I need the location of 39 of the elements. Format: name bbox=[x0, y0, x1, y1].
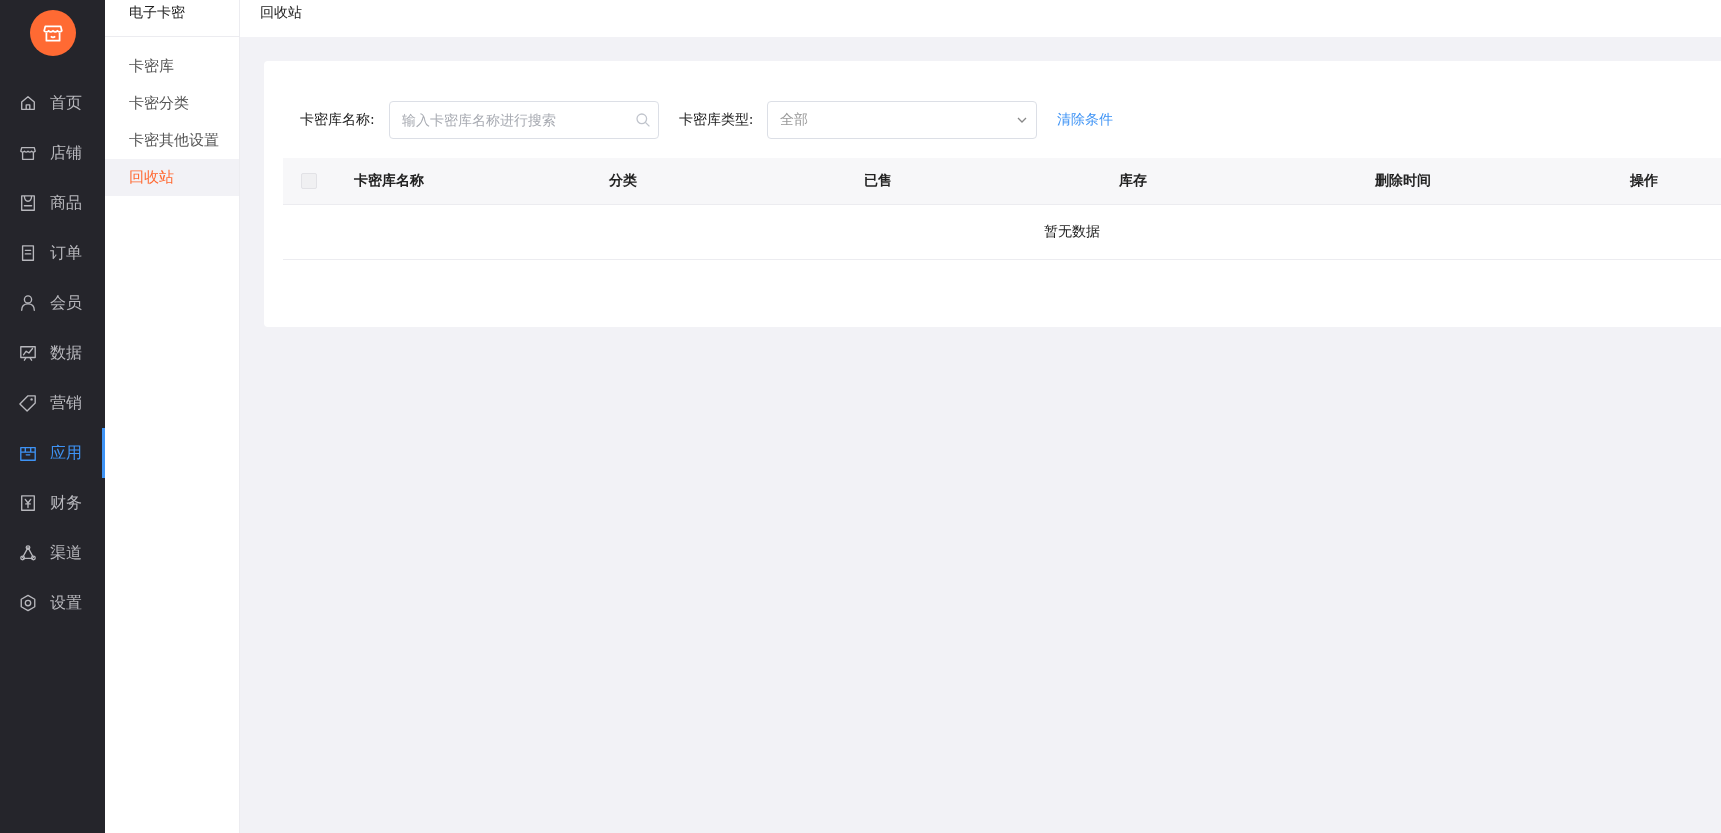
search-field[interactable]: 输入卡密库名称进行搜索 bbox=[388, 101, 659, 139]
column-header: 分类 bbox=[585, 158, 841, 205]
chart-icon bbox=[19, 344, 37, 362]
nav-item[interactable]: 设置 bbox=[0, 578, 105, 628]
box-icon bbox=[19, 444, 37, 462]
person-icon bbox=[19, 294, 37, 312]
column-header: 库存 bbox=[1095, 158, 1351, 205]
settings-icon bbox=[19, 594, 37, 612]
nav-item[interactable]: 商品 bbox=[0, 178, 105, 228]
field-label: 卡密库类型: bbox=[678, 111, 754, 129]
nav-item[interactable]: 渠道 bbox=[0, 528, 105, 578]
section-title: 电子卡密 bbox=[105, 0, 239, 37]
subnav-item[interactable]: 卡密其他设置 bbox=[105, 122, 239, 159]
home-icon bbox=[19, 94, 37, 112]
field-label: 卡密库名称: bbox=[300, 111, 375, 129]
nav-item[interactable]: 首页 bbox=[0, 78, 105, 128]
nav-item[interactable]: 营销 bbox=[0, 378, 105, 428]
empty-message: 暂无数据 bbox=[283, 204, 1721, 260]
nav-item[interactable]: 数据 bbox=[0, 328, 105, 378]
column-header: 已售 bbox=[840, 158, 1096, 205]
bag-icon bbox=[19, 194, 37, 212]
column-header: 删除时间 bbox=[1350, 158, 1606, 205]
page-title: 回收站 bbox=[260, 4, 302, 20]
column-header: 操作 bbox=[1605, 158, 1721, 205]
nav-item[interactable]: 订单 bbox=[0, 228, 105, 278]
subnav-item[interactable]: 卡密分类 bbox=[105, 85, 239, 122]
nav-item[interactable]: 会员 bbox=[0, 278, 105, 328]
shop-logo[interactable] bbox=[29, 10, 76, 56]
shop-icon bbox=[19, 144, 37, 162]
column-header: 卡密库名称 bbox=[330, 158, 586, 205]
network-icon bbox=[19, 544, 37, 562]
yen-icon bbox=[19, 494, 37, 512]
document-icon bbox=[19, 244, 37, 262]
tag-icon bbox=[19, 394, 37, 412]
search-icon bbox=[634, 112, 651, 128]
nav-item[interactable]: 店铺 bbox=[0, 128, 105, 178]
nav-item[interactable]: 应用 bbox=[0, 428, 105, 478]
subnav-item[interactable]: 卡密库 bbox=[105, 48, 239, 85]
nav-item[interactable]: 财务 bbox=[0, 478, 105, 528]
